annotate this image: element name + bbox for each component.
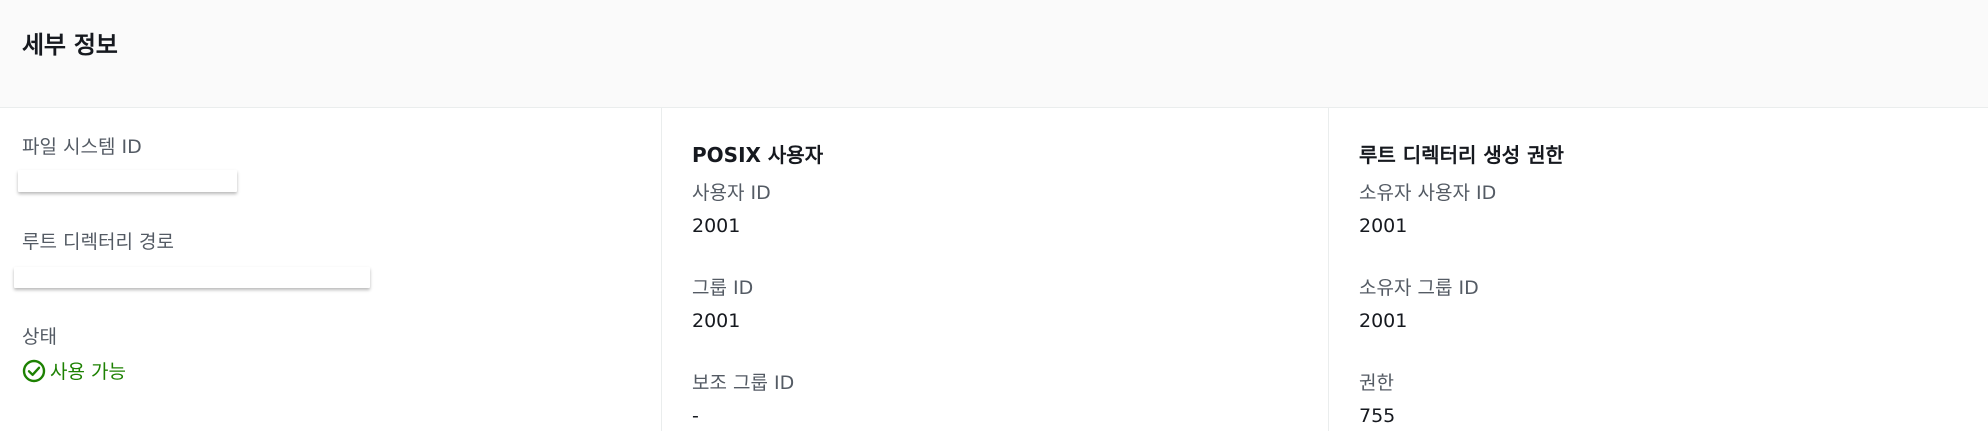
root-directory-permissions-column: 루트 디렉터리 생성 권한 소유자 사용자 ID 2001 소유자 그룹 ID … bbox=[1328, 108, 1988, 431]
owner-user-id-label: 소유자 사용자 ID bbox=[1359, 182, 1497, 204]
permissions-value: 755 bbox=[1359, 405, 1396, 427]
details-panel: 세부 정보 파일 시스템 ID 루트 디렉터리 경로 상태 사용 가능 POSI… bbox=[0, 0, 1988, 431]
panel-body: 파일 시스템 ID 루트 디렉터리 경로 상태 사용 가능 POSIX 사용자 … bbox=[0, 108, 1988, 431]
owner-group-id-label: 소유자 그룹 ID bbox=[1359, 277, 1479, 299]
user-id-label: 사용자 ID bbox=[692, 182, 771, 204]
general-column: 파일 시스템 ID 루트 디렉터리 경로 상태 사용 가능 bbox=[0, 108, 661, 431]
secondary-group-id-label: 보조 그룹 ID bbox=[692, 372, 795, 394]
user-id-value: 2001 bbox=[692, 215, 741, 237]
status-badge: 사용 가능 bbox=[22, 357, 126, 384]
check-circle-icon bbox=[22, 359, 46, 382]
group-id-label: 그룹 ID bbox=[692, 277, 754, 299]
panel-header: 세부 정보 bbox=[0, 0, 1988, 108]
owner-user-id-value: 2001 bbox=[1359, 215, 1408, 237]
posix-user-title: POSIX 사용자 bbox=[692, 143, 824, 167]
secondary-group-id-value: - bbox=[692, 405, 699, 427]
fs-id-value-redacted bbox=[18, 170, 237, 192]
state-label: 상태 bbox=[22, 326, 57, 348]
owner-group-id-value: 2001 bbox=[1359, 310, 1408, 332]
root-permissions-title: 루트 디렉터리 생성 권한 bbox=[1359, 143, 1564, 167]
posix-user-column: POSIX 사용자 사용자 ID 2001 그룹 ID 2001 보조 그룹 I… bbox=[661, 108, 1328, 431]
root-path-value-redacted bbox=[14, 267, 370, 288]
panel-title: 세부 정보 bbox=[22, 31, 118, 59]
fs-id-label: 파일 시스템 ID bbox=[22, 136, 142, 158]
root-path-label: 루트 디렉터리 경로 bbox=[22, 231, 174, 253]
permissions-label: 권한 bbox=[1359, 372, 1394, 394]
group-id-value: 2001 bbox=[692, 310, 741, 332]
status-text: 사용 가능 bbox=[50, 361, 126, 383]
